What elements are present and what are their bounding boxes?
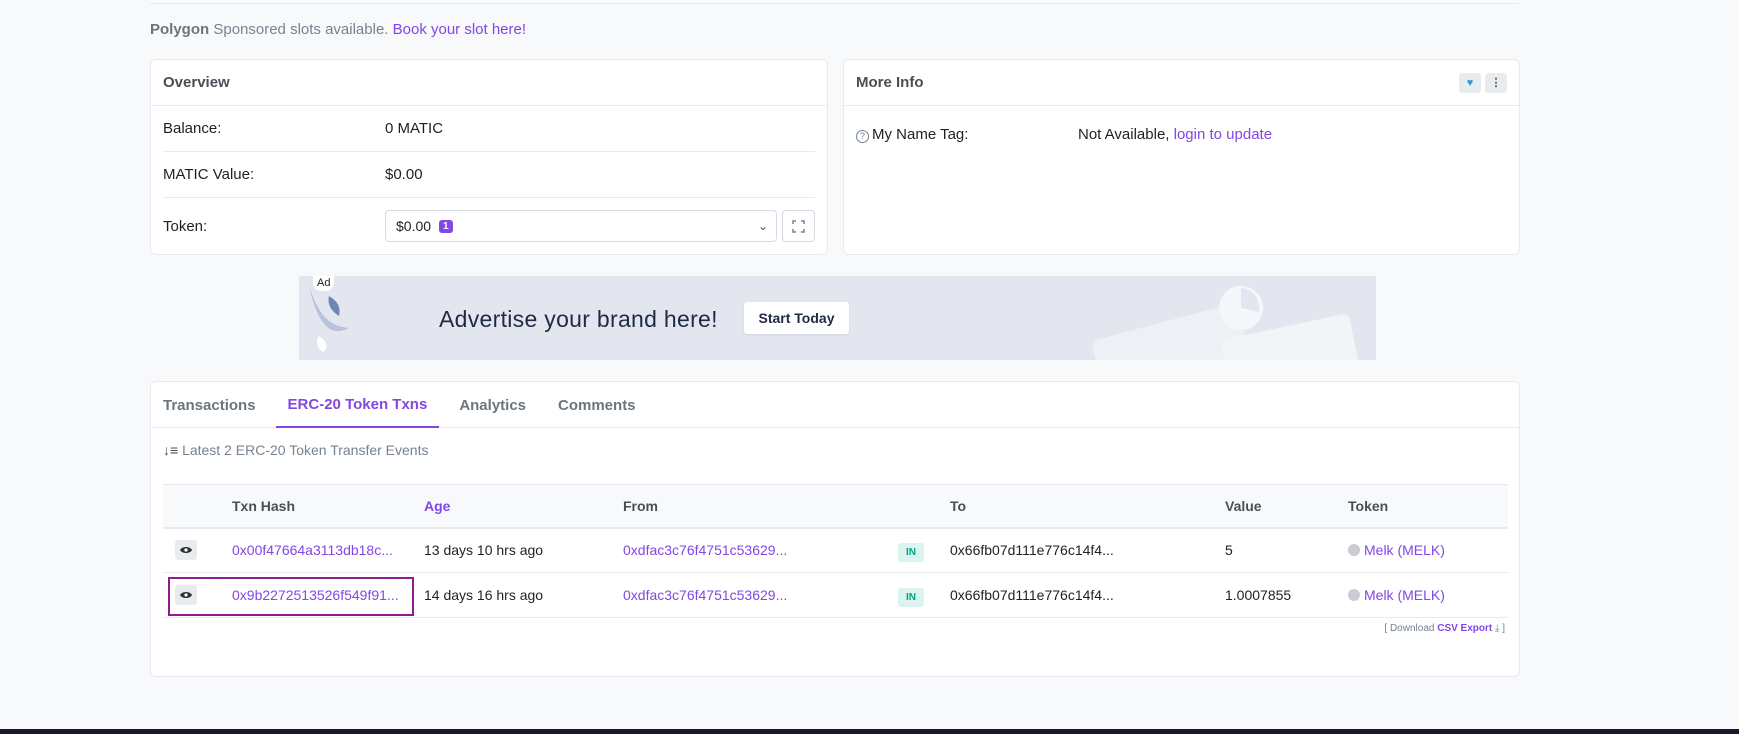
age-cell: 14 days 16 hrs ago [424,572,623,618]
heart-icon[interactable]: ♥ [1459,72,1481,93]
to-address: 0x66fb07d111e776c14f4... [950,527,1225,573]
more-options-icon[interactable]: ⋮ [1485,72,1507,93]
token-row: Token: $0.00 1 ⌄ [163,198,815,254]
sponsor-bar: Polygon Sponsored slots available. Book … [150,21,526,38]
sponsor-text: Sponsored slots available. [213,21,389,38]
direction-badge: IN [898,588,924,607]
tab-erc20-token-txns[interactable]: ERC-20 Token Txns [275,382,440,428]
ad-label: Ad [313,276,335,291]
name-tag-row: ? My Name Tag: Not Available, login to up… [856,106,1507,162]
from-address-link[interactable]: 0xdfac3c76f4751c53629... [623,587,787,603]
overview-header: Overview [151,60,827,106]
sort-icon: ↓≡ [163,442,179,458]
value-cell: 5 [1225,527,1348,573]
ad-banner[interactable]: Ad Advertise your brand here! Start Toda… [299,276,1376,360]
expand-button[interactable] [782,210,815,242]
header-txn-hash: Txn Hash [232,484,424,529]
tab-analytics[interactable]: Analytics [459,382,526,428]
name-tag-value: Not Available, [1078,125,1170,143]
header-from: From [623,484,898,529]
header-to: To [950,484,1225,529]
value-cell: 1.0007855 [1225,572,1348,618]
matic-value-value: $0.00 [385,166,423,183]
eye-icon[interactable] [175,540,197,561]
age-cell: 13 days 10 hrs ago [424,527,623,573]
more-info-title: More Info [856,74,924,91]
txn-hash-link[interactable]: 0x00f47664a3113db18c... [232,542,393,558]
overview-title: Overview [163,74,230,91]
balance-label: Balance: [163,120,222,137]
chart-illustration-icon [1092,286,1360,360]
eye-cell [163,527,232,573]
ad-headline: Advertise your brand here! [439,306,718,332]
token-icon [1348,544,1360,557]
table-header-row: Txn Hash Age From To Value Token [163,484,1508,529]
transfer-summary: ↓≡ Latest 2 ERC-20 Token Transfer Events [163,442,428,458]
sponsor-brand: Polygon [150,21,210,38]
header-token: Token [1348,484,1508,529]
token-link[interactable]: Melk (MELK) [1364,542,1445,558]
token-dropdown-value: $0.00 [396,218,432,234]
transfer-summary-text: Latest 2 ERC-20 Token Transfer Events [182,442,429,458]
token-dropdown[interactable]: $0.00 1 ⌄ [385,210,777,242]
to-address: 0x66fb07d111e776c14f4... [950,572,1225,618]
csv-prefix: [ Download [1384,623,1435,634]
direction-badge: IN [898,543,924,563]
expand-icon [792,219,805,233]
token-label: Token: [163,217,208,235]
tab-transactions[interactable]: Transactions [163,382,256,428]
tab-bar: Transactions ERC-20 Token Txns Analytics… [151,382,1519,428]
header-age[interactable]: Age [424,484,623,529]
download-icon: ⤓ [1495,623,1500,634]
header-value: Value [1225,484,1348,529]
book-slot-link[interactable]: Book your slot here! [393,21,526,38]
from-address-link[interactable]: 0xdfac3c76f4751c53629... [623,542,787,558]
start-today-button[interactable]: Start Today [744,302,849,334]
token-icon [1348,589,1360,601]
more-info-actions: ♥ ⋮ [1459,72,1507,93]
transactions-card: Transactions ERC-20 Token Txns Analytics… [150,381,1520,677]
csv-export-link[interactable]: CSV Export [1437,623,1492,634]
matic-value-label: MATIC Value: [163,166,255,183]
token-link[interactable]: Melk (MELK) [1364,587,1445,603]
matic-value-row: MATIC Value: $0.00 [163,152,815,198]
tab-comments[interactable]: Comments [558,382,636,428]
balance-row: Balance: 0 MATIC [163,106,815,152]
name-tag-label: My Name Tag: [872,125,969,143]
token-count-badge: 1 [439,219,453,233]
selection-highlight [168,577,414,616]
table-row: 0x00f47664a3113db18c... 13 days 10 hrs a… [163,527,1508,573]
header-blank [163,484,232,529]
more-info-header: More Info ♥ ⋮ [844,60,1519,106]
name-tag-value-group: Not Available, login to update [1078,126,1272,143]
top-divider [150,3,1519,4]
login-to-update-link[interactable]: login to update [1174,126,1272,143]
chevron-down-icon: ⌄ [757,219,768,233]
more-info-card: More Info ♥ ⋮ ? My Name Tag: Not Availabl… [843,59,1520,255]
question-icon: ? [856,129,869,143]
balance-value: 0 MATIC [385,120,444,137]
csv-suffix: ] [1502,623,1505,634]
footer-bar [0,729,1739,734]
name-tag-label-group: ? My Name Tag: [856,126,1078,143]
overview-card: Overview Balance: 0 MATIC MATIC Value: $… [150,59,828,255]
header-direction [898,484,950,529]
csv-export: [ Download CSV Export ⤓ ] [1384,623,1505,634]
